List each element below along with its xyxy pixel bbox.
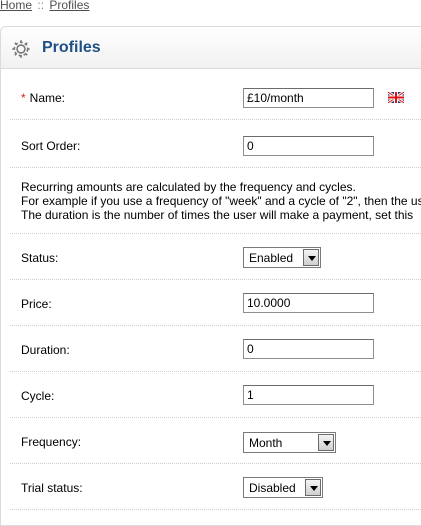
profiles-panel: Profiles *Name: Sort Order: Recurring am… [0, 26, 421, 526]
sort-order-label: Sort Order: [21, 139, 81, 153]
breadcrumb-profiles-link[interactable]: Profiles [49, 0, 89, 12]
chevron-down-icon[interactable] [305, 479, 321, 496]
gear-icon [12, 40, 30, 58]
sort-order-row: Sort Order: [10, 120, 421, 168]
breadcrumb: Home :: Profiles [0, 0, 89, 12]
info-line-1: Recurring amounts are calculated by the … [21, 180, 356, 194]
breadcrumb-home-link[interactable]: Home [0, 0, 32, 12]
panel-heading: Profiles [1, 27, 421, 69]
name-row: * Name: [10, 70, 421, 120]
frequency-row: Frequency: Month [10, 418, 421, 464]
name-input[interactable] [243, 88, 374, 108]
chevron-down-icon[interactable] [303, 249, 319, 266]
status-selected-value: Enabled [249, 251, 294, 265]
trial-status-selected-value: Disabled [249, 481, 296, 495]
duration-input[interactable] [243, 339, 374, 359]
status-label: Status: [21, 251, 59, 265]
duration-row: Duration: [10, 326, 421, 372]
trial-status-label: Trial status: [21, 481, 83, 495]
breadcrumb-separator: :: [37, 0, 45, 12]
info-line-2: For example if you use a frequency of "w… [21, 194, 421, 208]
chevron-down-icon[interactable] [318, 434, 334, 451]
cycle-row: Cycle: [10, 372, 421, 418]
cycle-input[interactable] [243, 385, 374, 405]
trial-status-row: Trial status: Disabled [10, 464, 421, 510]
status-select[interactable]: Enabled [243, 247, 321, 268]
cycle-label: Cycle: [21, 389, 55, 403]
frequency-selected-value: Month [249, 436, 283, 450]
trial-status-select[interactable]: Disabled [243, 477, 323, 498]
sort-order-input[interactable] [243, 136, 374, 156]
frequency-select[interactable]: Month [243, 432, 336, 453]
name-label: * Name: [21, 91, 66, 105]
price-row: Price: [10, 280, 421, 326]
duration-label: Duration: [21, 343, 70, 357]
info-row: Recurring amounts are calculated by the … [10, 168, 421, 234]
price-input[interactable] [243, 293, 374, 313]
frequency-label: Frequency: [21, 435, 82, 449]
page-title: Profiles [42, 39, 101, 56]
required-marker: * [21, 91, 26, 105]
uk-flag-icon [388, 92, 404, 103]
price-label: Price: [21, 297, 52, 311]
info-line-3: The duration is the number of times the … [21, 208, 414, 222]
status-row: Status: Enabled [10, 234, 421, 280]
